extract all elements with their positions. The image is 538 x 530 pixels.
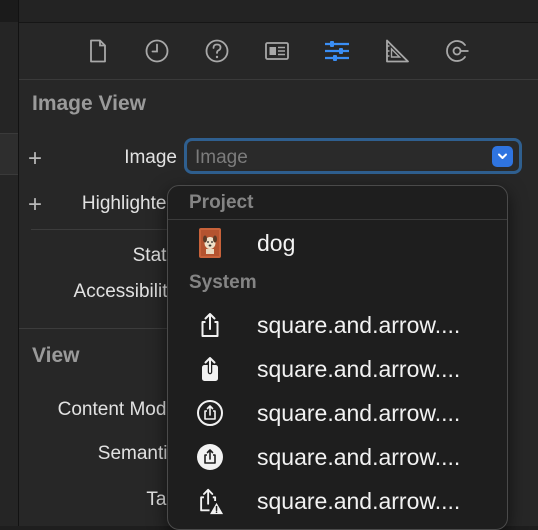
square-and-arrow-up-fill-icon [196, 355, 224, 383]
menu-item-square-and-arrow-up-trianglebadge[interactable]: square.and.arrow.... [168, 479, 507, 523]
size-ruler-icon[interactable] [383, 37, 411, 65]
inspector-tab-bar [19, 23, 538, 80]
menu-item-square-and-arrow-up-fill[interactable]: square.and.arrow.... [168, 347, 507, 391]
history-clock-icon[interactable] [143, 37, 171, 65]
square-and-arrow-up-circle-fill-icon [196, 443, 224, 471]
image-view-section-title: Image View [32, 92, 147, 115]
semantic-label: Semantic [97, 443, 177, 464]
content-mode-label: Content Mode [57, 399, 177, 420]
editor-edge [0, 0, 19, 526]
menu-item-square-and-arrow-up-circle-fill[interactable]: square.and.arrow.... [168, 435, 507, 479]
square-and-arrow-up-circle-icon [196, 399, 224, 427]
add-image-variation-button[interactable]: + [28, 147, 42, 171]
help-question-icon[interactable] [203, 37, 231, 65]
image-combo-field[interactable]: Image [184, 138, 522, 174]
tag-label: Tag [146, 489, 177, 510]
menu-item-dog[interactable]: dog [168, 221, 507, 265]
identity-card-icon[interactable] [263, 37, 291, 65]
menu-item-label: square.and.arrow.... [257, 400, 461, 426]
attributes-sliders-icon[interactable] [323, 37, 351, 65]
connections-icon[interactable] [443, 37, 471, 65]
menu-item-label: square.and.arrow.... [257, 312, 461, 338]
menu-item-label: square.and.arrow.... [257, 444, 461, 470]
chevron-down-icon[interactable] [492, 146, 513, 167]
square-and-arrow-up-trianglebadge-icon [196, 487, 224, 515]
accessibility-label: Accessibility [73, 281, 177, 302]
highlighted-label: Highlighted [81, 193, 177, 214]
dog-thumbnail-icon [196, 228, 224, 258]
square-and-arrow-up-icon [196, 311, 224, 339]
row-divider [31, 229, 181, 230]
menu-separator [168, 219, 507, 220]
view-section-title: View [32, 344, 80, 367]
project-section-header: Project [189, 192, 254, 213]
file-icon[interactable] [84, 37, 112, 65]
editor-edge-top [0, 0, 18, 22]
editor-edge-selection [0, 133, 18, 175]
menu-item-square-and-arrow-up-circle[interactable]: square.and.arrow.... [168, 391, 507, 435]
menu-item-label: square.and.arrow.... [257, 488, 461, 514]
state-label: State [132, 245, 177, 266]
menu-item-label: dog [257, 230, 296, 256]
system-section-header: System [189, 272, 257, 293]
section-divider [19, 328, 189, 329]
image-field-placeholder: Image [195, 147, 248, 168]
image-suggestions-menu: Project dog System square.and.arrow.... [167, 185, 508, 530]
menu-item-square-and-arrow-up[interactable]: square.and.arrow.... [168, 303, 507, 347]
menu-item-label: square.and.arrow.... [257, 356, 461, 382]
image-label: Image [124, 147, 177, 168]
inspector-top-strip [19, 0, 538, 23]
